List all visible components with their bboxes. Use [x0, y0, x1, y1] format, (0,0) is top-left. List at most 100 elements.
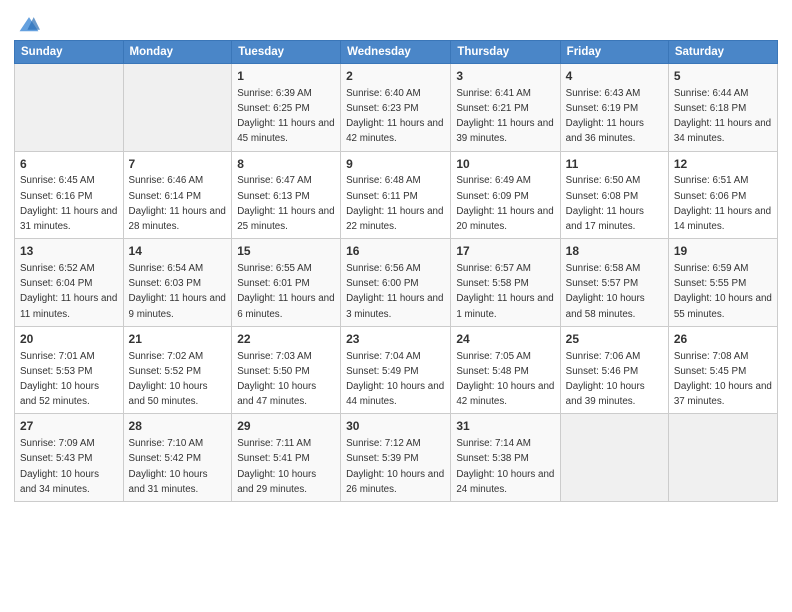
day-detail: Sunrise: 7:06 AM Sunset: 5:46 PM Dayligh… [566, 351, 645, 408]
calendar-cell: 19Sunrise: 6:59 AM Sunset: 5:55 PM Dayli… [668, 239, 777, 327]
calendar-cell: 26 Sunrise: 7:08 AM Sunset: 5:45 PM Dayli… [668, 326, 777, 414]
day-number: 16 [346, 243, 445, 260]
calendar-cell: 3 Sunrise: 6:41 AM Sunset: 6:21 PM Daylig… [451, 64, 560, 152]
calendar-cell: 15 Sunrise: 6:55 AM Sunset: 6:01 PM Dayli… [232, 239, 341, 327]
day-number: 4 [566, 68, 663, 85]
day-detail: Sunrise: 6:48 AM Sunset: 6:11 PM Dayligh… [346, 175, 443, 232]
col-header-friday: Friday [560, 41, 668, 64]
day-number: 29 [237, 418, 335, 435]
day-detail: Sunrise: 7:05 AM Sunset: 5:48 PM Dayligh… [456, 351, 554, 408]
day-number: 17 [456, 243, 554, 260]
day-detail: Sunrise: 6:54 AM Sunset: 6:03 PM Dayligh… [129, 263, 226, 320]
day-detail: Sunrise: 6:44 AM Sunset: 6:18 PM Dayligh… [674, 88, 771, 145]
week-row-5: 27 Sunrise: 7:09 AM Sunset: 5:43 PM Dayli… [15, 414, 778, 502]
calendar-cell: 16 Sunrise: 6:56 AM Sunset: 6:00 PM Dayli… [341, 239, 451, 327]
col-header-tuesday: Tuesday [232, 41, 341, 64]
calendar-cell: 13 Sunrise: 6:52 AM Sunset: 6:04 PM Dayli… [15, 239, 124, 327]
day-detail: Sunrise: 6:56 AM Sunset: 6:00 PM Dayligh… [346, 263, 443, 320]
day-number: 3 [456, 68, 554, 85]
day-detail: Sunrise: 6:58 AM Sunset: 5:57 PM Dayligh… [566, 263, 645, 320]
col-header-sunday: Sunday [15, 41, 124, 64]
day-number: 22 [237, 331, 335, 348]
header [14, 10, 778, 36]
calendar-cell: 20 Sunrise: 7:01 AM Sunset: 5:53 PM Dayli… [15, 326, 124, 414]
day-number: 12 [674, 156, 772, 173]
day-number: 25 [566, 331, 663, 348]
day-detail: Sunrise: 6:55 AM Sunset: 6:01 PM Dayligh… [237, 263, 334, 320]
column-headers-row: SundayMondayTuesdayWednesdayThursdayFrid… [15, 41, 778, 64]
calendar-cell: 12 Sunrise: 6:51 AM Sunset: 6:06 PM Dayli… [668, 151, 777, 239]
calendar-cell: 9 Sunrise: 6:48 AM Sunset: 6:11 PM Daylig… [341, 151, 451, 239]
day-detail: Sunrise: 7:01 AM Sunset: 5:53 PM Dayligh… [20, 351, 99, 408]
day-number: 31 [456, 418, 554, 435]
day-number: 30 [346, 418, 445, 435]
day-detail: Sunrise: 6:51 AM Sunset: 6:06 PM Dayligh… [674, 175, 771, 232]
calendar-cell: 11 Sunrise: 6:50 AM Sunset: 6:08 PM Dayli… [560, 151, 668, 239]
day-number: 9 [346, 156, 445, 173]
calendar-cell [560, 414, 668, 502]
day-detail: Sunrise: 7:14 AM Sunset: 5:38 PM Dayligh… [456, 438, 554, 495]
week-row-4: 20 Sunrise: 7:01 AM Sunset: 5:53 PM Dayli… [15, 326, 778, 414]
calendar-body: 1 Sunrise: 6:39 AM Sunset: 6:25 PM Daylig… [15, 64, 778, 502]
col-header-wednesday: Wednesday [341, 41, 451, 64]
calendar-cell: 4 Sunrise: 6:43 AM Sunset: 6:19 PM Daylig… [560, 64, 668, 152]
day-detail: Sunrise: 6:50 AM Sunset: 6:08 PM Dayligh… [566, 175, 644, 232]
calendar-cell: 31 Sunrise: 7:14 AM Sunset: 5:38 PM Dayli… [451, 414, 560, 502]
calendar-cell: 28 Sunrise: 7:10 AM Sunset: 5:42 PM Dayli… [123, 414, 232, 502]
week-row-2: 6Sunrise: 6:45 AM Sunset: 6:16 PM Daylig… [15, 151, 778, 239]
day-detail: Sunrise: 6:59 AM Sunset: 5:55 PM Dayligh… [674, 263, 772, 320]
col-header-saturday: Saturday [668, 41, 777, 64]
day-detail: Sunrise: 7:10 AM Sunset: 5:42 PM Dayligh… [129, 438, 208, 495]
day-detail: Sunrise: 7:11 AM Sunset: 5:41 PM Dayligh… [237, 438, 316, 495]
day-detail: Sunrise: 7:04 AM Sunset: 5:49 PM Dayligh… [346, 351, 444, 408]
day-number: 5 [674, 68, 772, 85]
calendar-cell: 24 Sunrise: 7:05 AM Sunset: 5:48 PM Dayli… [451, 326, 560, 414]
day-number: 23 [346, 331, 445, 348]
calendar-cell: 21 Sunrise: 7:02 AM Sunset: 5:52 PM Dayli… [123, 326, 232, 414]
day-number: 14 [129, 243, 227, 260]
calendar-cell: 2Sunrise: 6:40 AM Sunset: 6:23 PM Daylig… [341, 64, 451, 152]
day-number: 8 [237, 156, 335, 173]
calendar-cell: 29 Sunrise: 7:11 AM Sunset: 5:41 PM Dayli… [232, 414, 341, 502]
day-number: 13 [20, 243, 118, 260]
logo-icon [18, 14, 40, 36]
day-detail: Sunrise: 6:41 AM Sunset: 6:21 PM Dayligh… [456, 88, 553, 145]
col-header-thursday: Thursday [451, 41, 560, 64]
day-detail: Sunrise: 6:39 AM Sunset: 6:25 PM Dayligh… [237, 88, 334, 145]
day-number: 24 [456, 331, 554, 348]
day-detail: Sunrise: 6:47 AM Sunset: 6:13 PM Dayligh… [237, 175, 334, 232]
day-number: 26 [674, 331, 772, 348]
day-number: 11 [566, 156, 663, 173]
calendar-cell: 5 Sunrise: 6:44 AM Sunset: 6:18 PM Daylig… [668, 64, 777, 152]
day-detail: Sunrise: 6:43 AM Sunset: 6:19 PM Dayligh… [566, 88, 644, 145]
day-detail: Sunrise: 6:46 AM Sunset: 6:14 PM Dayligh… [129, 175, 226, 232]
day-number: 27 [20, 418, 118, 435]
day-number: 7 [129, 156, 227, 173]
main-container: SundayMondayTuesdayWednesdayThursdayFrid… [0, 0, 792, 512]
week-row-3: 13 Sunrise: 6:52 AM Sunset: 6:04 PM Dayli… [15, 239, 778, 327]
calendar-cell: 27 Sunrise: 7:09 AM Sunset: 5:43 PM Dayli… [15, 414, 124, 502]
col-header-monday: Monday [123, 41, 232, 64]
calendar-cell [15, 64, 124, 152]
day-number: 28 [129, 418, 227, 435]
week-row-1: 1 Sunrise: 6:39 AM Sunset: 6:25 PM Daylig… [15, 64, 778, 152]
calendar-cell: 17 Sunrise: 6:57 AM Sunset: 5:58 PM Dayli… [451, 239, 560, 327]
day-detail: Sunrise: 7:09 AM Sunset: 5:43 PM Dayligh… [20, 438, 99, 495]
day-detail: Sunrise: 6:40 AM Sunset: 6:23 PM Dayligh… [346, 88, 443, 145]
day-detail: Sunrise: 7:12 AM Sunset: 5:39 PM Dayligh… [346, 438, 444, 495]
day-number: 20 [20, 331, 118, 348]
calendar-cell: 30 Sunrise: 7:12 AM Sunset: 5:39 PM Dayli… [341, 414, 451, 502]
calendar-table: SundayMondayTuesdayWednesdayThursdayFrid… [14, 40, 778, 502]
day-number: 15 [237, 243, 335, 260]
day-number: 1 [237, 68, 335, 85]
day-detail: Sunrise: 6:57 AM Sunset: 5:58 PM Dayligh… [456, 263, 553, 320]
calendar-cell: 10Sunrise: 6:49 AM Sunset: 6:09 PM Dayli… [451, 151, 560, 239]
day-detail: Sunrise: 6:45 AM Sunset: 6:16 PM Dayligh… [20, 175, 117, 232]
day-detail: Sunrise: 7:02 AM Sunset: 5:52 PM Dayligh… [129, 351, 208, 408]
day-detail: Sunrise: 7:08 AM Sunset: 5:45 PM Dayligh… [674, 351, 772, 408]
calendar-cell: 8 Sunrise: 6:47 AM Sunset: 6:13 PM Daylig… [232, 151, 341, 239]
day-number: 18 [566, 243, 663, 260]
day-number: 21 [129, 331, 227, 348]
calendar-cell: 7 Sunrise: 6:46 AM Sunset: 6:14 PM Daylig… [123, 151, 232, 239]
day-detail: Sunrise: 6:52 AM Sunset: 6:04 PM Dayligh… [20, 263, 117, 320]
